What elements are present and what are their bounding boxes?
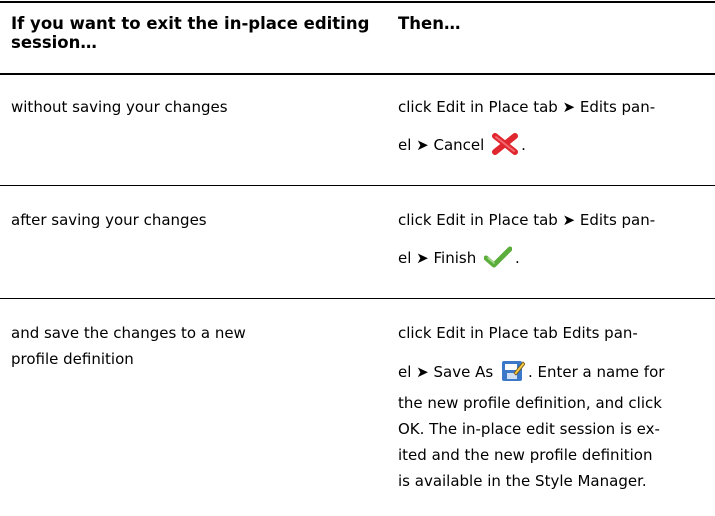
row-3-action-line-3: the new profile definition, and click — [398, 394, 662, 412]
row-2-rule — [0, 298, 715, 299]
row-3-action: click Edit in Place tab Edits pan- el ➤ … — [398, 320, 698, 494]
row-1-action-text-b: . — [521, 136, 526, 154]
header-action: Then… — [398, 14, 461, 33]
row-3-action-text-a: el ➤ Save As — [398, 363, 494, 381]
cancel-x-icon — [492, 133, 519, 163]
row-2-action-text-a: el ➤ Finish — [398, 249, 477, 267]
save-as-icon — [501, 358, 526, 390]
row-2-action-line-2: el ➤ Finish . — [398, 245, 698, 276]
row-1-rule — [0, 185, 715, 186]
row-3-action-line-1: click Edit in Place tab Edits pan- — [398, 324, 638, 342]
row-2-action-text-b: . — [514, 249, 520, 267]
row-1-action-line-1: click Edit in Place tab ➤ Edits pan- — [398, 98, 656, 116]
row-2-action-line-1: click Edit in Place tab ➤ Edits pan- — [398, 211, 656, 229]
header-condition: If you want to exit the in-place editing… — [11, 14, 370, 52]
row-3-action-line-5: ited and the new profile definition — [398, 446, 653, 464]
row-1-action-line-2: el ➤ Cancel . — [398, 132, 698, 163]
row-1-action: click Edit in Place tab ➤ Edits pan- el … — [398, 94, 698, 163]
table-top-rule — [0, 1, 715, 3]
finish-check-icon — [483, 246, 513, 276]
row-3-action-line-2: el ➤ Save As . Enter a name for — [398, 358, 698, 390]
row-3-action-line-6: is available in the Style Manager. — [398, 472, 647, 490]
row-1-condition: without saving your changes — [11, 98, 228, 116]
row-3-action-line-4: OK. The in-place edit session is ex- — [398, 420, 660, 438]
row-3-condition-line-1: and save the changes to a new — [11, 324, 246, 342]
header-rule — [0, 73, 715, 75]
row-3-condition-line-2: profile definition — [11, 350, 134, 368]
row-3-action-text-b: . Enter a name for — [527, 363, 665, 381]
row-1-action-text-a: el ➤ Cancel — [398, 136, 485, 154]
row-3-condition: and save the changes to a new profile de… — [11, 320, 381, 372]
row-2-action: click Edit in Place tab ➤ Edits pan- el … — [398, 207, 698, 276]
row-2-condition: after saving your changes — [11, 211, 207, 229]
